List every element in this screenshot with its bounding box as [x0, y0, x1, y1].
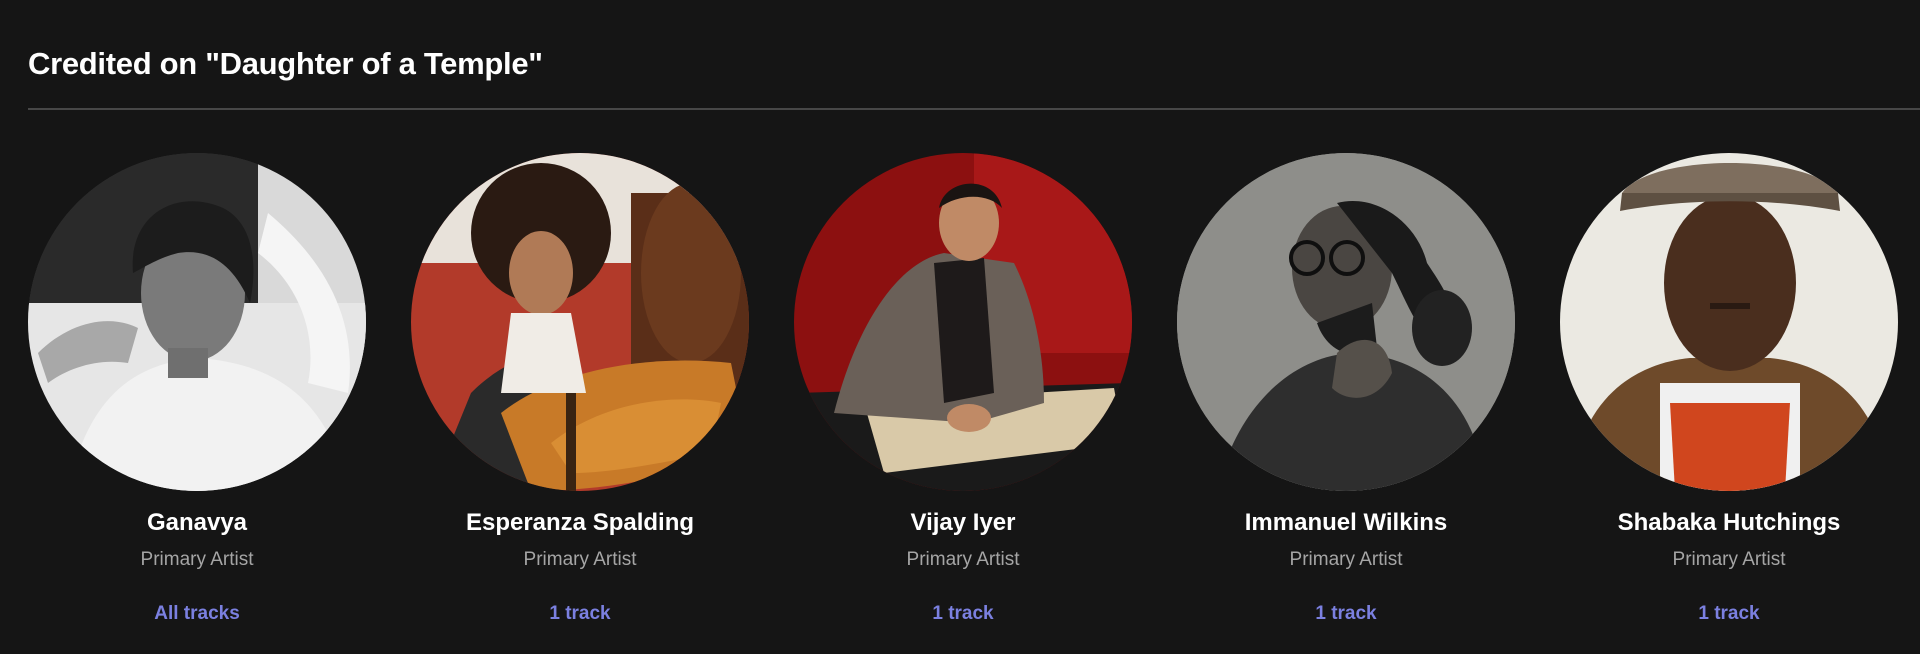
artist-photo[interactable] [794, 153, 1132, 491]
section-title: Credited on "Daughter of a Temple" [28, 46, 543, 81]
artist-photo[interactable] [1560, 153, 1898, 491]
artist-name[interactable]: Shabaka Hutchings [1560, 509, 1898, 537]
artist-tracks-link[interactable]: 1 track [1315, 603, 1376, 625]
artist-role: Primary Artist [1289, 549, 1403, 570]
artist-name[interactable]: Esperanza Spalding [411, 509, 749, 537]
section-divider [28, 108, 1920, 110]
artist-name[interactable]: Immanuel Wilkins [1177, 509, 1515, 537]
artist-photo-image [794, 153, 1132, 491]
artist-tracks-link[interactable]: 1 track [1698, 603, 1759, 625]
artist-photo[interactable] [411, 153, 749, 491]
artist-card-shabaka-hutchings[interactable]: Shabaka Hutchings Primary Artist 1 track [1560, 153, 1898, 625]
artist-photo-image [1177, 153, 1515, 491]
artist-photo[interactable] [28, 153, 366, 491]
artist-photo[interactable] [1177, 153, 1515, 491]
artist-role: Primary Artist [906, 549, 1020, 570]
artist-name[interactable]: Vijay Iyer [794, 509, 1132, 537]
artist-tracks-link[interactable]: 1 track [549, 603, 610, 625]
credits-section: Credited on "Daughter of a Temple" Ganav… [0, 0, 1920, 654]
artist-photo-image [1560, 153, 1898, 491]
artist-role: Primary Artist [1672, 549, 1786, 570]
artist-card-esperanza-spalding[interactable]: Esperanza Spalding Primary Artist 1 trac… [411, 153, 749, 625]
artist-tracks-link[interactable]: 1 track [932, 603, 993, 625]
artist-photo-image [28, 153, 366, 491]
artist-tracks-link[interactable]: All tracks [154, 603, 240, 625]
artist-card-ganavya[interactable]: Ganavya Primary Artist All tracks [28, 153, 366, 625]
artist-role: Primary Artist [140, 549, 254, 570]
artist-role: Primary Artist [523, 549, 637, 570]
artist-name[interactable]: Ganavya [28, 509, 366, 537]
artist-card-immanuel-wilkins[interactable]: Immanuel Wilkins Primary Artist 1 track [1177, 153, 1515, 625]
artist-photo-image [411, 153, 749, 491]
artist-card-vijay-iyer[interactable]: Vijay Iyer Primary Artist 1 track [794, 153, 1132, 625]
